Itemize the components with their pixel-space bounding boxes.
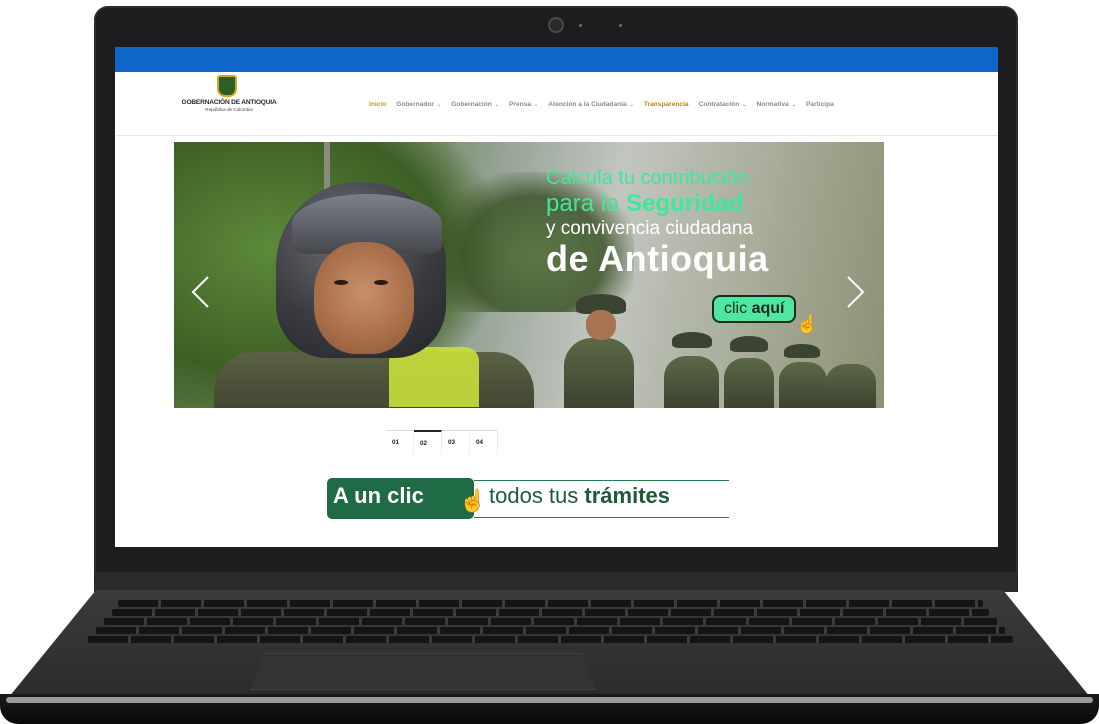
key-row [96, 627, 1005, 634]
headline-line-1: Calcula tu contribución [546, 167, 749, 189]
laptop-mockup: GOBERNACIÓN DE ANTIOQUIA República de Co… [0, 0, 1099, 724]
pager-item-02[interactable]: 02 [414, 430, 442, 454]
officer-cap [672, 332, 712, 348]
laptop-front-edge [6, 697, 1093, 703]
logo-subtitle: República de Colombia [205, 107, 253, 112]
headline-line-3: y convivencia ciudadana [546, 218, 754, 239]
pager-item-04[interactable]: 04 [470, 430, 498, 454]
main-nav: Inicio Gobernador ⌄ Gobernación ⌄ Prensa… [369, 101, 834, 108]
nav-item-label: Gobernador [396, 101, 434, 108]
key-row [112, 609, 989, 616]
promo-right-text: todos tus trámites [489, 483, 670, 509]
key-row [88, 636, 1013, 643]
sensor-dot [579, 24, 582, 27]
nav-item-label: Inicio [369, 101, 387, 108]
nav-item-inicio[interactable]: Inicio [369, 101, 386, 108]
chevron-down-icon: ⌄ [629, 101, 634, 108]
officer-eye [334, 280, 348, 285]
nav-item-contratacion[interactable]: Contratación ⌄ [699, 101, 747, 108]
headline-line-4: de Antioquia [546, 238, 769, 279]
tramites-promo-banner[interactable]: A un clic ☝ todos tus trámites [327, 478, 729, 519]
browser-viewport: GOBERNACIÓN DE ANTIOQUIA República de Co… [115, 47, 998, 547]
coat-of-arms-icon [217, 75, 237, 97]
nav-item-label: Contratación [698, 101, 740, 108]
promo-right-prefix: todos tus [489, 483, 585, 508]
pager-item-01[interactable]: 01 [386, 430, 414, 454]
key-row [118, 600, 983, 607]
nav-item-gobernacion[interactable]: Gobernación ⌄ [451, 101, 499, 108]
webcam-icon [548, 17, 564, 33]
pointer-hand-icon: ☝ [796, 314, 819, 334]
pointer-hand-icon: ☝ [459, 488, 487, 513]
clic-aqui-button[interactable]: clic aquí [712, 295, 797, 323]
trackpad [250, 653, 596, 690]
top-bar [115, 47, 998, 72]
hero-slider[interactable]: Calcula tu contribución para la Segurida… [174, 142, 884, 408]
chevron-down-icon: ⌄ [791, 101, 796, 108]
officer-figure [826, 364, 876, 408]
officer-figure [779, 362, 827, 408]
laptop-hinge [94, 572, 1018, 592]
officer-face-photo [314, 242, 414, 354]
nav-item-label: Atención a la Ciudadanía [548, 101, 627, 108]
nav-item-transparencia[interactable]: Transparencia [644, 101, 689, 108]
site-header: GOBERNACIÓN DE ANTIOQUIA República de Co… [115, 72, 998, 136]
officer-eye [374, 280, 388, 285]
sensor-dot [619, 24, 622, 27]
nav-item-gobernador[interactable]: Gobernador ⌄ [396, 101, 441, 108]
officer-figure [664, 356, 719, 408]
nav-item-label: Normativa [756, 101, 789, 108]
chevron-right-icon[interactable] [846, 275, 866, 309]
chevron-left-icon[interactable] [190, 275, 210, 309]
logo-name: GOBERNACIÓN DE ANTIOQUIA [181, 99, 277, 106]
chevron-down-icon: ⌄ [494, 101, 500, 108]
nav-item-participa[interactable]: Participa [806, 101, 834, 108]
nav-item-label: Transparencia [643, 101, 689, 108]
chevron-down-icon: ⌄ [534, 101, 539, 108]
cta-bold: aquí [751, 300, 785, 317]
nav-item-label: Participa [805, 101, 834, 108]
nav-item-prensa[interactable]: Prensa ⌄ [509, 101, 538, 108]
slider-pagination: 01 02 03 04 [386, 430, 498, 454]
headline-line-2: para la Seguridad [546, 190, 846, 218]
headline-line-2-prefix: para la [546, 190, 627, 217]
pager-item-03[interactable]: 03 [442, 430, 470, 454]
promo-left-text: A un clic [333, 483, 424, 508]
officer-face [586, 310, 616, 340]
nav-item-label: Prensa [509, 101, 532, 108]
nav-item-normativa[interactable]: Normativa ⌄ [756, 101, 795, 108]
site-logo[interactable]: GOBERNACIÓN DE ANTIOQUIA República de Co… [179, 75, 279, 115]
keyboard [0, 598, 1099, 648]
nav-item-label: Gobernación [451, 101, 492, 108]
key-row [104, 618, 997, 625]
nav-item-atencion[interactable]: Atención a la Ciudadanía ⌄ [548, 101, 634, 108]
banner-headline: Calcula tu contribución para la Segurida… [546, 166, 846, 278]
officer-figure [724, 358, 774, 408]
cta-prefix: clic [724, 300, 752, 317]
promo-right-bold: trámites [584, 483, 670, 508]
officer-cap [784, 344, 820, 358]
headline-line-2-bold: Seguridad [626, 190, 744, 217]
officer-figure [564, 338, 634, 408]
chevron-down-icon: ⌄ [742, 101, 747, 108]
officer-cap [730, 336, 768, 352]
officer-uniform [214, 352, 534, 408]
chevron-down-icon: ⌄ [436, 101, 442, 108]
officers-group-photo [534, 292, 884, 408]
